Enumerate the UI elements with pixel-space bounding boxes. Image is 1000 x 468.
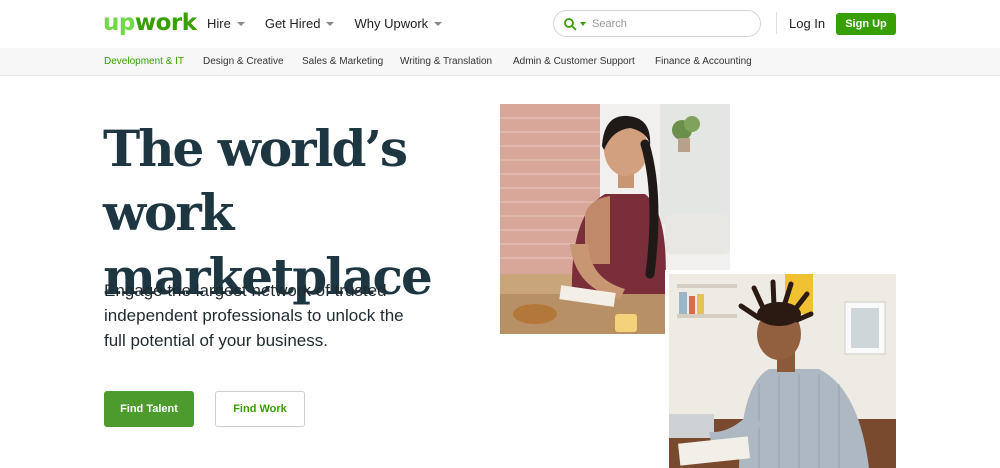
category-writing-translation[interactable]: Writing & Translation (400, 56, 492, 67)
nav-get-hired-label: Get Hired (264, 16, 321, 31)
category-finance-accounting[interactable]: Finance & Accounting (655, 56, 752, 67)
hero-photo-man (665, 270, 896, 468)
login-link[interactable]: Log In (789, 16, 825, 31)
signup-button[interactable]: Sign Up (836, 13, 896, 35)
category-admin-support[interactable]: Admin & Customer Support (513, 56, 635, 67)
logo-rest: work (134, 10, 197, 36)
find-talent-button[interactable]: Find Talent (104, 391, 194, 427)
nav-hire-label: Hire (207, 16, 231, 31)
search-input[interactable] (592, 17, 752, 30)
nav-why-upwork-label: Why Upwork (354, 16, 429, 31)
category-design-creative[interactable]: Design & Creative (203, 56, 284, 67)
nav-why-upwork[interactable]: Why Upwork (354, 16, 443, 31)
search-box[interactable] (553, 10, 761, 37)
top-header: upwork Hire Get Hired Why Upwork Log In … (0, 0, 1000, 48)
header-divider (776, 12, 777, 34)
hero-title-line1: The world’s work (103, 119, 408, 242)
main-nav: Hire Get Hired Why Upwork (207, 16, 462, 31)
category-sales-marketing[interactable]: Sales & Marketing (302, 56, 383, 67)
find-work-button[interactable]: Find Work (215, 391, 305, 427)
nav-hire[interactable]: Hire (207, 16, 245, 31)
category-bar: Development & IT Design & Creative Sales… (0, 48, 1000, 76)
chevron-down-icon (434, 21, 443, 26)
category-development-it[interactable]: Development & IT (104, 56, 184, 67)
hero-subtitle: Engage the largest network of trusted in… (104, 281, 404, 350)
logo-prefix: up (103, 10, 135, 36)
search-icon[interactable] (563, 17, 577, 31)
nav-get-hired[interactable]: Get Hired (265, 16, 335, 31)
chevron-down-icon (236, 21, 245, 26)
upwork-logo[interactable]: upwork (103, 10, 197, 36)
chevron-down-icon (326, 21, 335, 26)
search-type-dropdown-icon[interactable] (580, 21, 586, 26)
